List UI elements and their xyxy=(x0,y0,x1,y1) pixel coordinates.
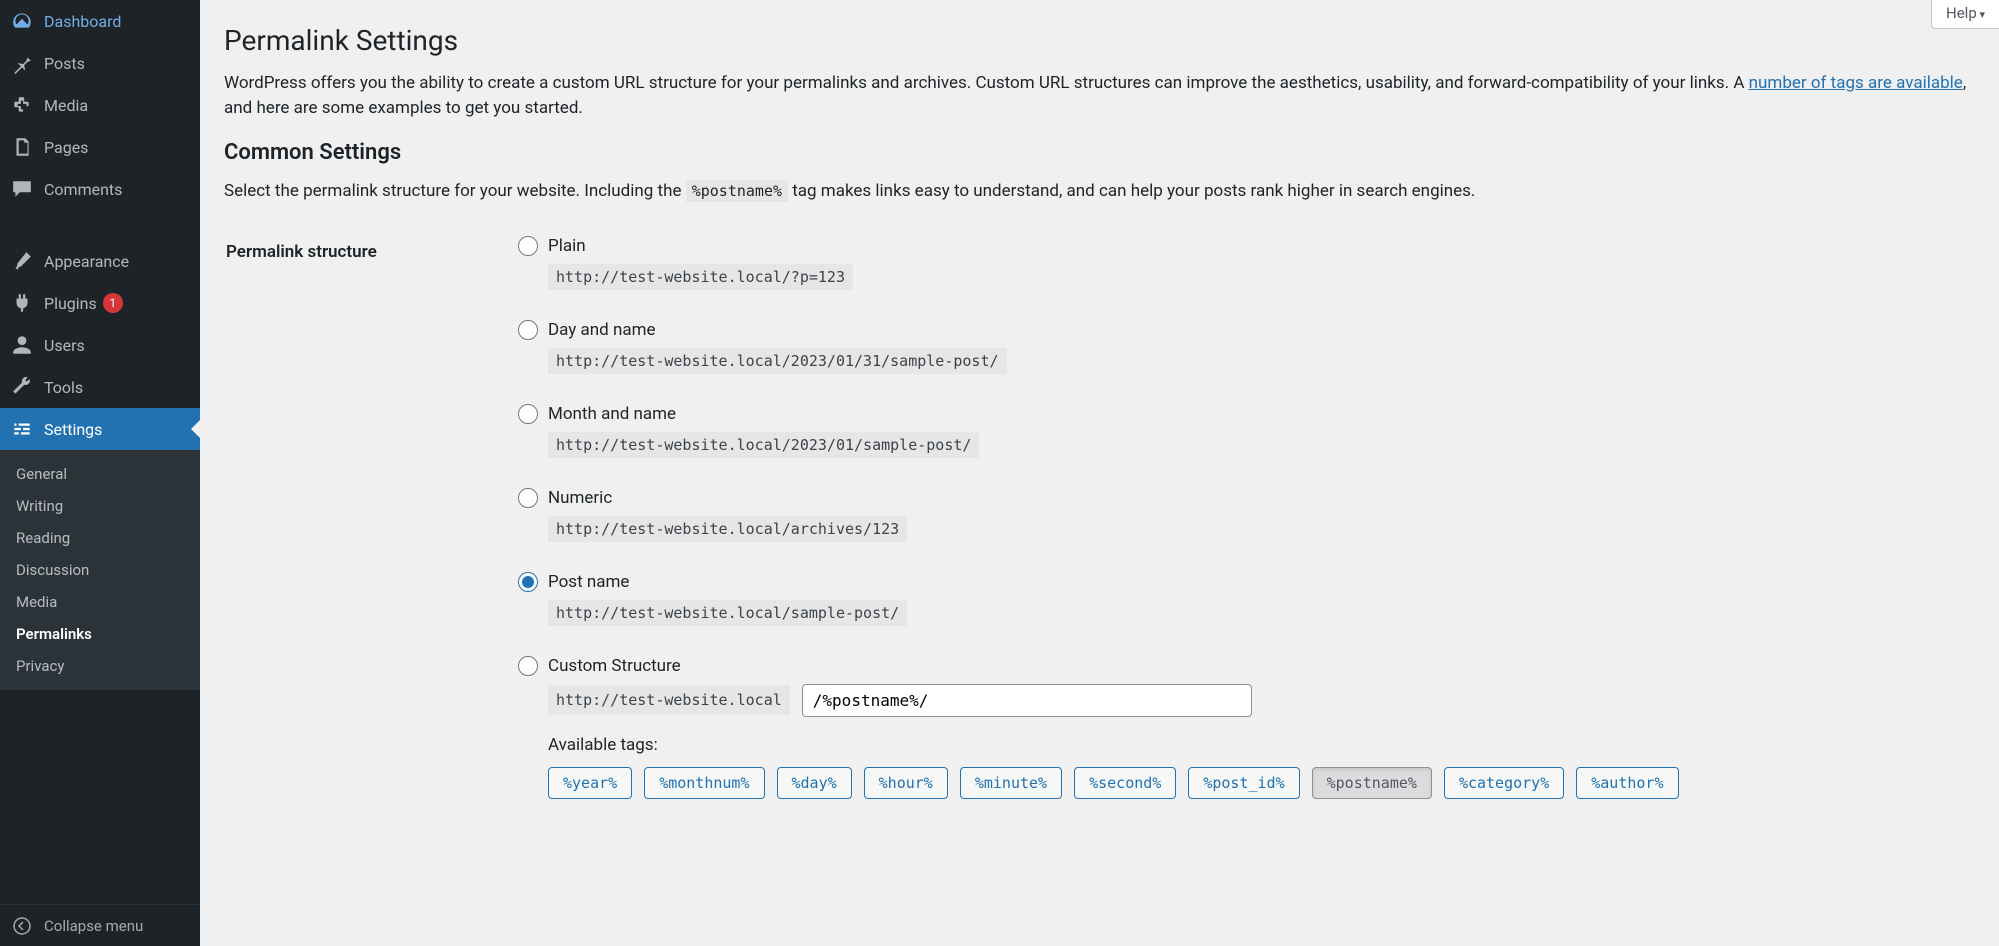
option-plain: Plain http://test-website.local/?p=123 xyxy=(518,236,1963,290)
sidebar-item-pages[interactable]: Pages xyxy=(0,126,200,168)
permalink-form-table: Permalink structure Plain http://test-we… xyxy=(224,222,1975,843)
tag-button[interactable]: %category% xyxy=(1444,767,1564,799)
common-text-2: tag makes links easy to understand, and … xyxy=(792,181,1475,201)
media-icon xyxy=(10,93,34,117)
radio-numeric[interactable] xyxy=(518,488,538,508)
collapse-icon xyxy=(10,914,34,938)
submenu-discussion[interactable]: Discussion xyxy=(0,554,200,586)
tag-button[interactable]: %second% xyxy=(1074,767,1176,799)
main-content: Help Permalink Settings WordPress offers… xyxy=(200,0,1999,843)
available-tags-row: %year% %monthnum% %day% %hour% %minute% %seco… xyxy=(548,767,1963,799)
dashboard-icon xyxy=(10,9,34,33)
admin-sidebar: Dashboard Posts Media Pages Comments App… xyxy=(0,0,200,946)
tag-button[interactable]: %postname% xyxy=(1312,767,1432,799)
submenu-permalinks[interactable]: Permalinks xyxy=(0,618,200,650)
radio-custom-label[interactable]: Custom Structure xyxy=(548,656,681,676)
common-settings-heading: Common Settings xyxy=(224,140,1975,165)
plug-icon xyxy=(10,291,34,315)
sidebar-label: Plugins xyxy=(44,294,97,313)
radio-day-name-label[interactable]: Day and name xyxy=(548,320,656,340)
submenu-media[interactable]: Media xyxy=(0,586,200,618)
menu-separator xyxy=(0,210,200,240)
pages-icon xyxy=(10,135,34,159)
sidebar-item-media[interactable]: Media xyxy=(0,84,200,126)
tag-button[interactable]: %post_id% xyxy=(1188,767,1299,799)
tag-button[interactable]: %hour% xyxy=(864,767,948,799)
sidebar-label: Appearance xyxy=(44,252,129,271)
settings-submenu: General Writing Reading Discussion Media… xyxy=(0,450,200,690)
radio-numeric-label[interactable]: Numeric xyxy=(548,488,612,508)
option-numeric: Numeric http://test-website.local/archiv… xyxy=(518,488,1963,542)
submenu-writing[interactable]: Writing xyxy=(0,490,200,522)
intro-paragraph: WordPress offers you the ability to crea… xyxy=(224,71,1975,120)
pin-icon xyxy=(10,51,34,75)
available-tags-label: Available tags: xyxy=(548,735,1963,755)
sidebar-label: Comments xyxy=(44,180,122,199)
permalink-structure-label: Permalink structure xyxy=(226,224,506,841)
option-month-name: Month and name http://test-website.local… xyxy=(518,404,1963,458)
radio-plain[interactable] xyxy=(518,236,538,256)
sidebar-label: Dashboard xyxy=(44,12,121,31)
submenu-privacy[interactable]: Privacy xyxy=(0,650,200,682)
sidebar-label: Posts xyxy=(44,54,85,73)
option-post-name: Post name http://test-website.local/samp… xyxy=(518,572,1963,626)
sidebar-label: Media xyxy=(44,96,88,115)
sidebar-item-settings[interactable]: Settings xyxy=(0,408,200,450)
collapse-menu-button[interactable]: Collapse menu xyxy=(0,904,200,946)
sidebar-item-plugins[interactable]: Plugins 1 xyxy=(0,282,200,324)
page-title: Permalink Settings xyxy=(224,24,1975,57)
sidebar-label: Tools xyxy=(44,378,83,397)
common-text-1: Select the permalink structure for your … xyxy=(224,181,686,201)
example-numeric: http://test-website.local/archives/123 xyxy=(548,516,907,542)
sidebar-label: Settings xyxy=(44,420,102,439)
sidebar-label: Pages xyxy=(44,138,88,157)
radio-custom[interactable] xyxy=(518,656,538,676)
tag-button[interactable]: %day% xyxy=(777,767,852,799)
brush-icon xyxy=(10,249,34,273)
submenu-reading[interactable]: Reading xyxy=(0,522,200,554)
tag-button[interactable]: %monthnum% xyxy=(644,767,764,799)
postname-code: %postname% xyxy=(686,180,788,202)
example-day-name: http://test-website.local/2023/01/31/sam… xyxy=(548,348,1007,374)
user-icon xyxy=(10,333,34,357)
tags-available-link[interactable]: number of tags are available xyxy=(1749,73,1963,93)
submenu-general[interactable]: General xyxy=(0,458,200,490)
sidebar-label: Users xyxy=(44,336,85,355)
help-tab[interactable]: Help xyxy=(1931,0,1999,29)
tag-button[interactable]: %author% xyxy=(1576,767,1678,799)
plugins-badge: 1 xyxy=(103,293,123,313)
intro-text-1: WordPress offers you the ability to crea… xyxy=(224,73,1749,93)
tag-button[interactable]: %year% xyxy=(548,767,632,799)
sidebar-item-users[interactable]: Users xyxy=(0,324,200,366)
collapse-label: Collapse menu xyxy=(44,917,143,935)
radio-day-name[interactable] xyxy=(518,320,538,340)
comments-icon xyxy=(10,177,34,201)
radio-plain-label[interactable]: Plain xyxy=(548,236,586,256)
example-post-name: http://test-website.local/sample-post/ xyxy=(548,600,907,626)
custom-structure-input[interactable] xyxy=(802,684,1252,717)
option-day-name: Day and name http://test-website.local/2… xyxy=(518,320,1963,374)
custom-url-prefix: http://test-website.local xyxy=(548,685,790,715)
radio-post-name[interactable] xyxy=(518,572,538,592)
example-month-name: http://test-website.local/2023/01/sample… xyxy=(548,432,979,458)
sidebar-item-dashboard[interactable]: Dashboard xyxy=(0,0,200,42)
radio-post-name-label[interactable]: Post name xyxy=(548,572,629,592)
option-custom: Custom Structure http://test-website.loc… xyxy=(518,656,1963,799)
example-plain: http://test-website.local/?p=123 xyxy=(548,264,853,290)
tag-button[interactable]: %minute% xyxy=(960,767,1062,799)
common-settings-paragraph: Select the permalink structure for your … xyxy=(224,179,1975,204)
wrench-icon xyxy=(10,375,34,399)
sidebar-item-comments[interactable]: Comments xyxy=(0,168,200,210)
radio-month-name[interactable] xyxy=(518,404,538,424)
radio-month-name-label[interactable]: Month and name xyxy=(548,404,676,424)
sidebar-item-posts[interactable]: Posts xyxy=(0,42,200,84)
sidebar-item-appearance[interactable]: Appearance xyxy=(0,240,200,282)
sliders-icon xyxy=(10,417,34,441)
sidebar-item-tools[interactable]: Tools xyxy=(0,366,200,408)
